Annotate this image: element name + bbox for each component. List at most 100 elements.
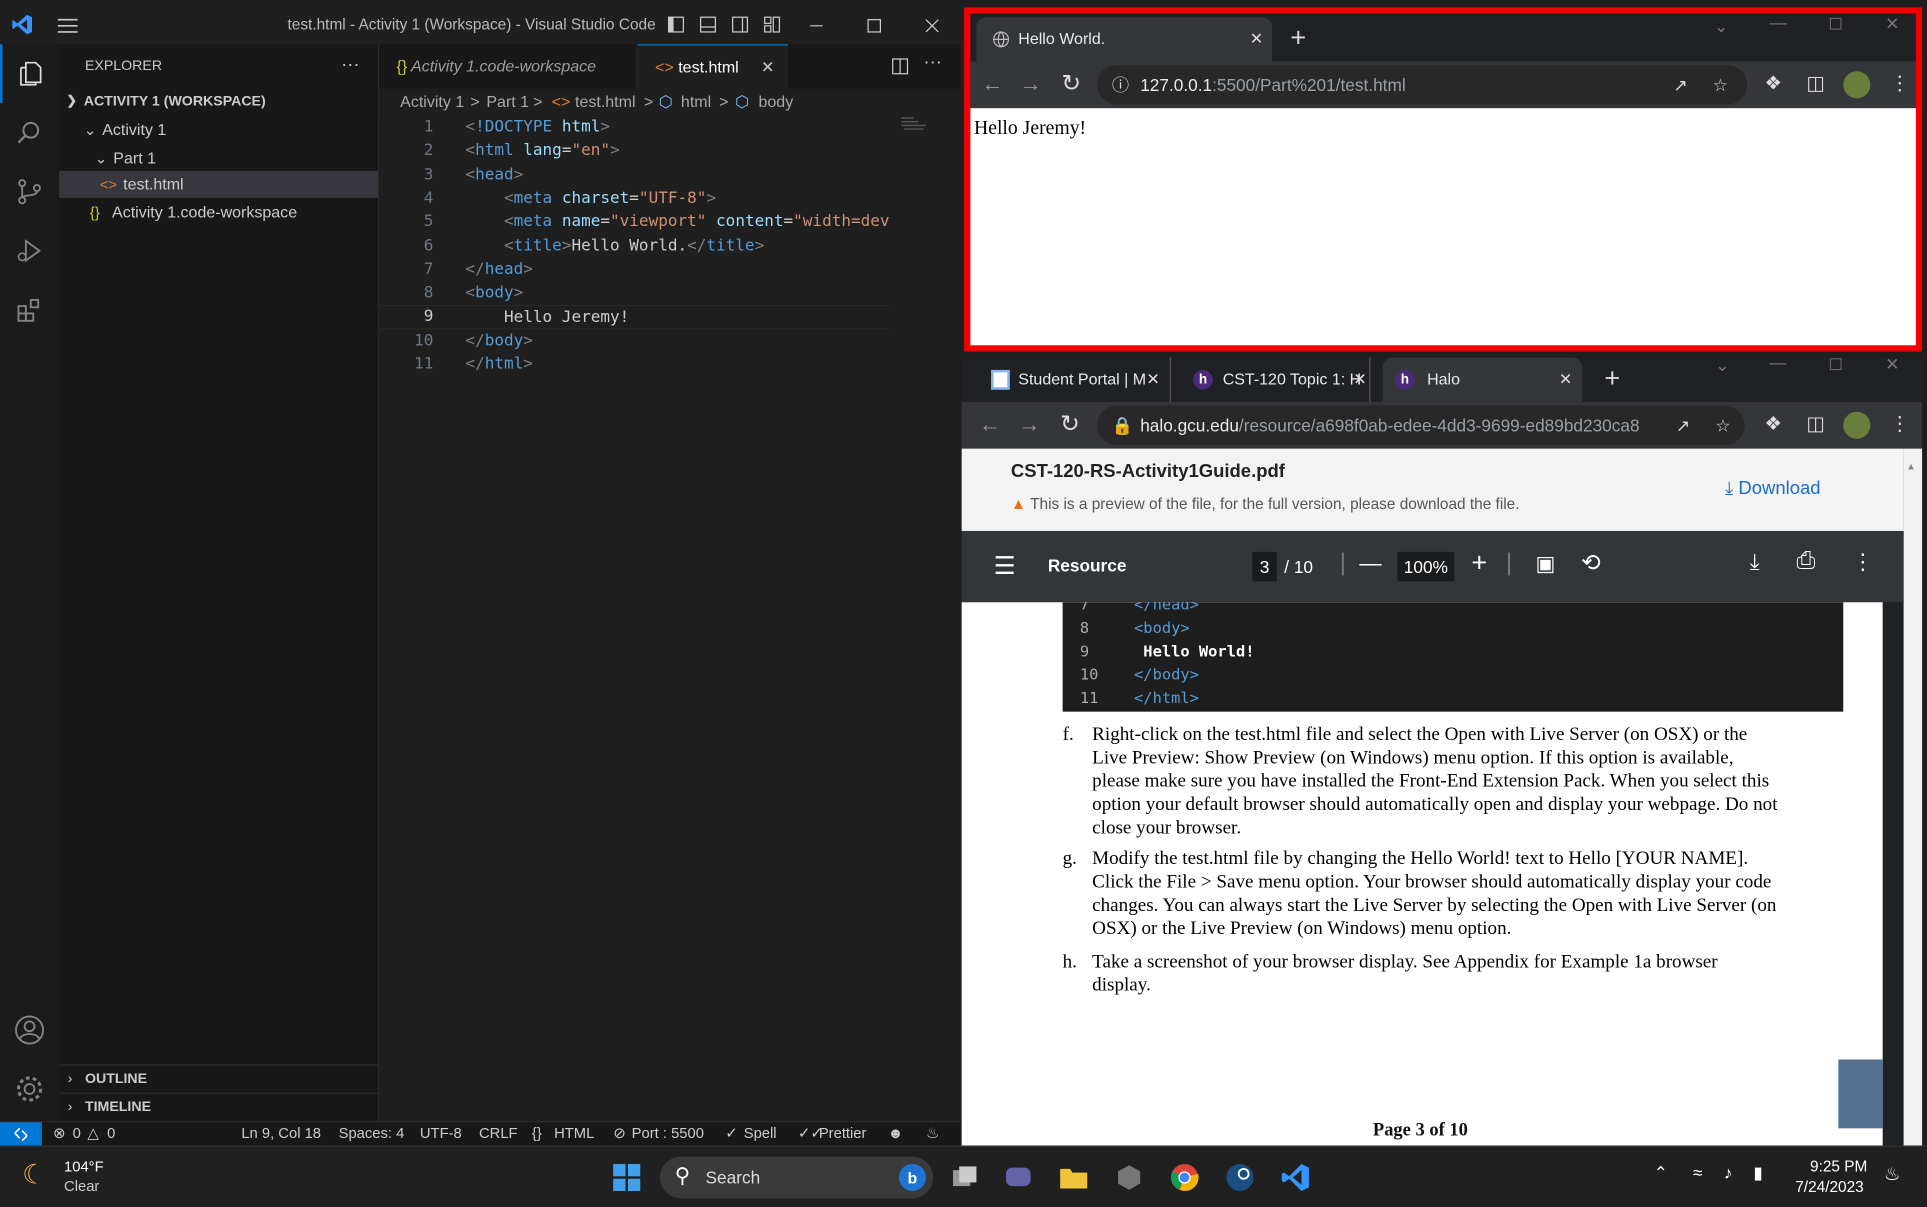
language-mode[interactable]: HTML (554, 1125, 594, 1142)
address-bar[interactable]: 🔒 halo.gcu.edu/resource/a698f0ab-edee-4d… (1097, 405, 1745, 445)
tab-student-portal[interactable]: Student Portal | M ✕ (974, 357, 1171, 402)
vscode-taskbar-icon[interactable] (1274, 1157, 1316, 1199)
code-line[interactable]: <meta charset="UTF-8"> (465, 187, 716, 211)
tab-search-icon[interactable]: ⌄ (1715, 355, 1729, 376)
side-panel-icon[interactable]: ◫ (1806, 71, 1825, 96)
code-line[interactable]: <head> (465, 163, 523, 187)
workspace-header[interactable]: ❯ ACTIVITY 1 (WORKSPACE) (59, 88, 378, 115)
toggle-sidebar-icon[interactable] (666, 15, 686, 35)
toggle-panel-icon[interactable] (698, 15, 718, 35)
reload-icon[interactable]: ↻ (1060, 411, 1080, 439)
spell-status[interactable]: Spell (744, 1125, 777, 1142)
taskbar-search-box[interactable]: ⚲ Search b (659, 1156, 934, 1199)
side-panel-icon[interactable]: ◫ (1806, 412, 1825, 437)
outline-section[interactable]: › OUTLINE (59, 1064, 379, 1091)
file-explorer-icon[interactable] (1053, 1157, 1095, 1199)
start-windows-icon[interactable] (606, 1157, 648, 1199)
timeline-section[interactable]: › TIMELINE (59, 1092, 379, 1120)
warning-icon[interactable]: △ (87, 1125, 98, 1142)
code-line[interactable]: Hello Jeremy! (379, 305, 890, 330)
close-tab-icon[interactable]: ✕ (1146, 358, 1159, 402)
back-arrow-icon[interactable]: ← (981, 71, 1003, 97)
run-debug-icon[interactable] (0, 221, 59, 280)
share-icon[interactable]: ↗ (1670, 405, 1696, 445)
breadcrumb-item[interactable]: body (758, 88, 793, 115)
minimap[interactable] (899, 116, 948, 133)
settings-gear-icon[interactable] (0, 1060, 59, 1119)
bookmark-star-icon[interactable]: ☆ (1710, 405, 1736, 445)
explorer-icon[interactable] (0, 44, 59, 104)
new-tab-icon[interactable]: + (1604, 363, 1620, 395)
notifications-bell-icon[interactable]: ♨ (926, 1125, 939, 1142)
toggle-secondary-sidebar-icon[interactable] (730, 15, 750, 35)
page-number-input[interactable]: 3 (1252, 551, 1277, 582)
close-icon[interactable] (919, 12, 946, 39)
assistant-widget-icon[interactable] (1838, 1059, 1883, 1129)
customize-layout-icon[interactable] (762, 15, 782, 35)
code-editor[interactable]: 1 2 3 4 5 6 7 8 9 10 11 <!DOCTYPE html> <html lang=… (379, 115, 961, 1121)
address-bar[interactable]: ⓘ 127.0.0.1:5500/Part%201/test.html ↗ ☆ (1097, 65, 1748, 105)
print-icon[interactable]: ⎙ (1796, 548, 1815, 575)
kebab-menu-icon[interactable]: ⋮ (1890, 71, 1910, 96)
page-scrollbar[interactable]: ▲ (1903, 448, 1923, 1146)
encoding[interactable]: UTF-8 (420, 1125, 462, 1142)
accounts-icon[interactable] (0, 1001, 59, 1060)
minimize-icon[interactable]: — (1769, 12, 1786, 32)
battery-icon[interactable]: ▮ (1753, 1163, 1763, 1184)
tree-item-workspace-file[interactable]: {} Activity 1.code-workspace (59, 199, 378, 226)
code-line[interactable]: <title>Hello World.</title> (465, 234, 764, 258)
split-editor-icon[interactable] (889, 57, 911, 77)
tab-search-icon[interactable]: ⌄ (1714, 16, 1728, 37)
breadcrumb-item[interactable]: Activity 1 (400, 88, 464, 115)
search-icon[interactable] (0, 103, 59, 162)
extensions-icon[interactable] (0, 280, 59, 339)
clock-time[interactable]: 9:25 PM (1810, 1158, 1867, 1175)
minimize-icon[interactable]: — (1769, 353, 1786, 373)
notifications-icon[interactable]: ♨ (1884, 1163, 1901, 1185)
zoom-in-icon[interactable]: + (1471, 547, 1487, 579)
breadcrumb-item[interactable]: html (681, 88, 711, 115)
cursor-position[interactable]: Ln 9, Col 18 (241, 1125, 321, 1142)
close-window-icon[interactable]: ✕ (1885, 354, 1899, 375)
tree-item-part-1[interactable]: ⌄ Part 1 (59, 145, 378, 172)
lock-icon[interactable]: 🔒 (1112, 406, 1133, 445)
error-count[interactable]: 0 (73, 1125, 81, 1142)
code-line[interactable]: </head> (465, 258, 532, 282)
reload-icon[interactable]: ↻ (1061, 70, 1081, 98)
clock-date[interactable]: 7/24/2023 (1795, 1179, 1863, 1196)
pdf-more-icon[interactable]: ⋮ (1852, 549, 1874, 575)
maximize-icon[interactable]: ☐ (1828, 355, 1842, 375)
close-window-icon[interactable]: ✕ (1885, 14, 1899, 35)
fit-page-icon[interactable]: ▣ (1535, 552, 1555, 577)
new-tab-icon[interactable]: + (1290, 22, 1306, 54)
code-line[interactable]: <html lang="en"> (465, 139, 619, 163)
explorer-more-button[interactable]: ··· (341, 54, 359, 75)
wifi-icon[interactable]: ≈ (1693, 1163, 1702, 1183)
remote-icon[interactable] (0, 1122, 42, 1146)
live-server-port[interactable]: Port : 5500 (632, 1125, 704, 1142)
maximize-icon[interactable]: ☐ (1828, 15, 1842, 35)
feedback-icon[interactable]: ☻ (888, 1125, 904, 1142)
kebab-menu-icon[interactable]: ⋮ (1890, 412, 1910, 437)
tab-halo[interactable]: h Halo ✕ (1382, 357, 1583, 402)
close-tab-icon[interactable]: ✕ (761, 45, 774, 89)
pdf-download-icon[interactable]: ⤓ (1750, 549, 1760, 575)
prettier-status[interactable]: Prettier (819, 1125, 867, 1142)
hamburger-menu-icon[interactable]: ☰ (994, 551, 1016, 582)
tree-item-test-html[interactable]: <> test.html (59, 170, 379, 198)
tab-cst-120-topic[interactable]: h CST-120 Topic 1: H ✕ (1183, 357, 1371, 402)
source-control-icon[interactable] (0, 162, 59, 221)
tab-hello-world[interactable]: Hello World. ✕ (976, 17, 1272, 62)
weather-temp[interactable]: 104°F (64, 1158, 104, 1175)
minimize-icon[interactable] (803, 12, 830, 39)
bing-icon[interactable]: b (898, 1163, 926, 1192)
code-line[interactable]: <meta name="viewport" content="width=dev (465, 210, 890, 234)
close-tab-icon[interactable]: ✕ (1250, 17, 1263, 61)
zoom-out-icon[interactable]: — (1359, 551, 1381, 577)
volume-icon[interactable]: ♪ (1724, 1163, 1733, 1183)
chrome-icon[interactable] (1164, 1157, 1206, 1199)
extensions-puzzle-icon[interactable]: ❖ (1764, 71, 1782, 96)
close-tab-icon[interactable]: ✕ (1559, 358, 1572, 402)
indentation[interactable]: Spaces: 4 (339, 1125, 405, 1142)
profile-avatar[interactable] (1843, 71, 1871, 99)
